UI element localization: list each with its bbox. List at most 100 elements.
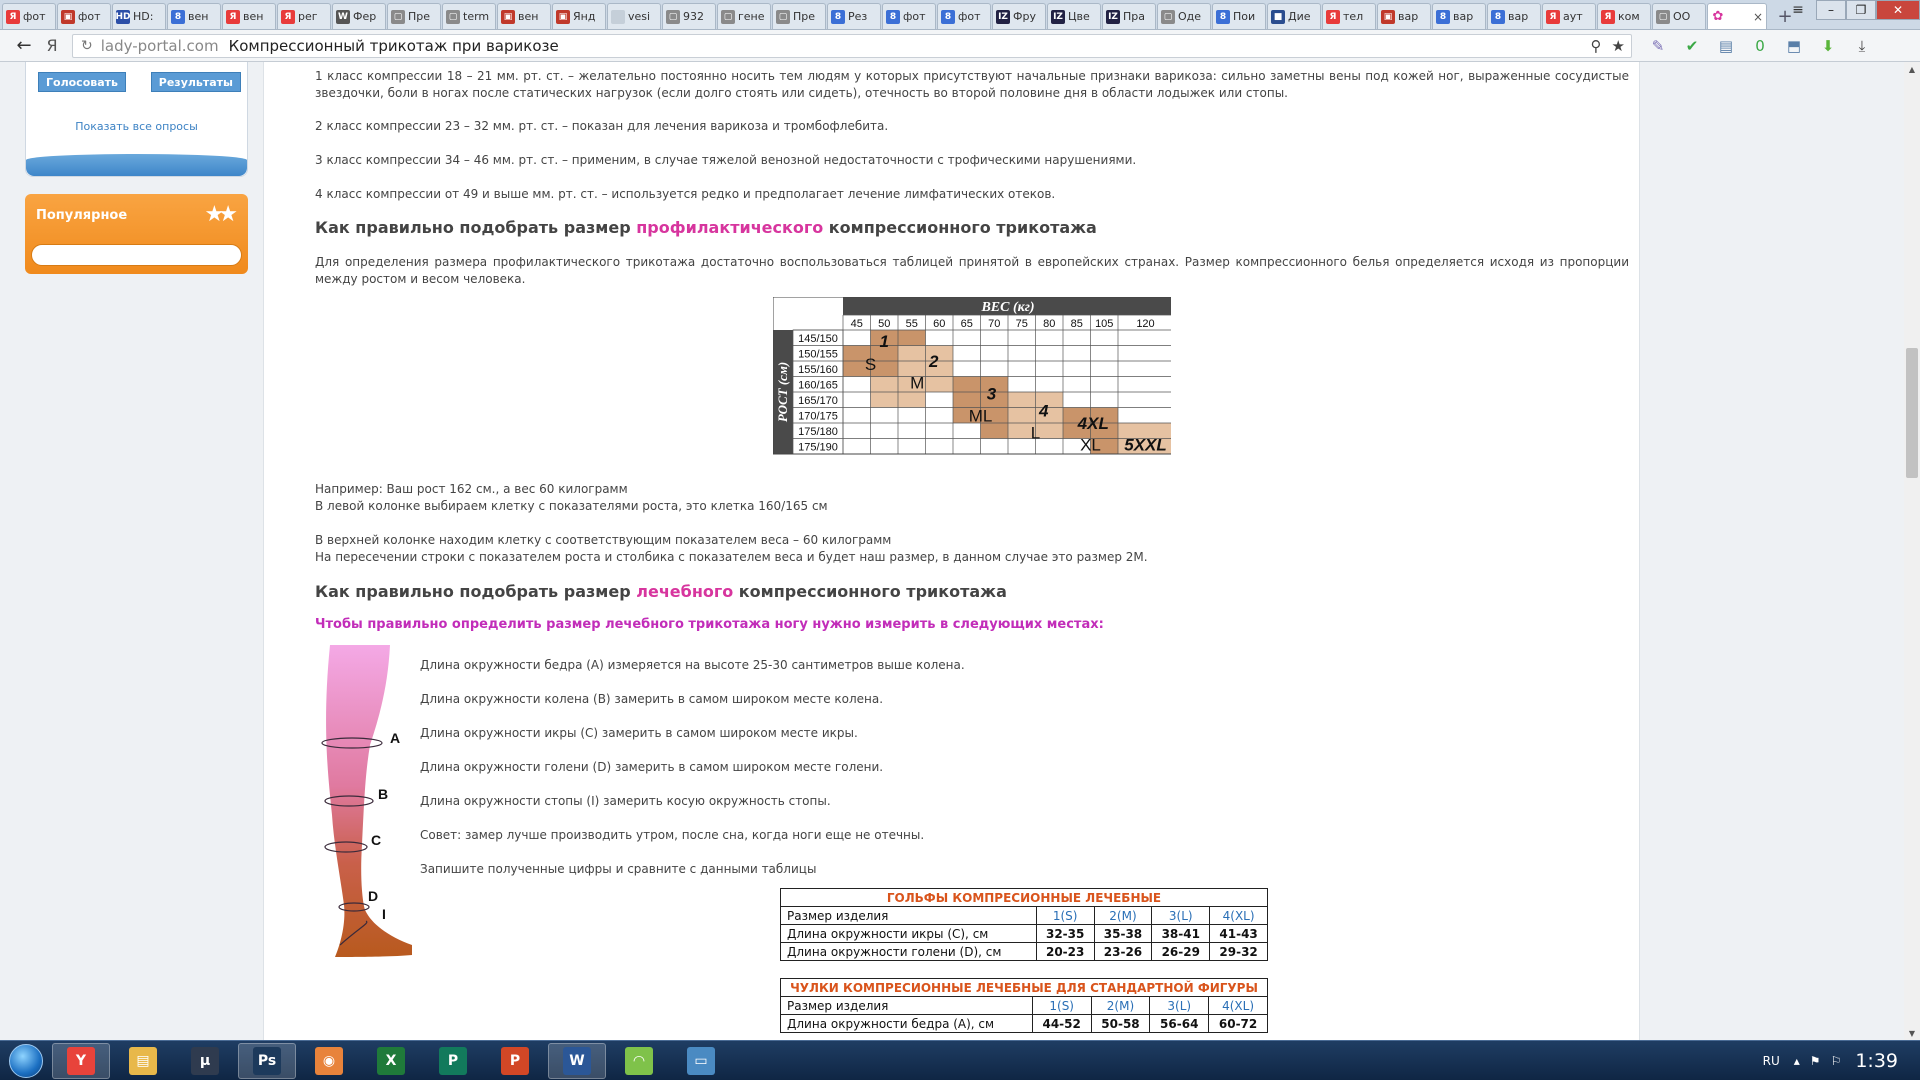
tab-27[interactable]: 8 вар xyxy=(1487,3,1541,29)
tab-5[interactable]: Ярег xyxy=(277,3,331,29)
tab-15[interactable]: 8 Рез xyxy=(827,3,881,29)
table-cell: 23-26 xyxy=(1093,942,1153,961)
tab-17[interactable]: 8 фот xyxy=(937,3,991,29)
taskbar-app-powerpoint[interactable]: P xyxy=(486,1043,544,1079)
close-window-button[interactable]: ✕ xyxy=(1876,0,1920,20)
results-button[interactable]: Результаты xyxy=(150,72,241,92)
bookmark-icon[interactable]: ★ xyxy=(1612,37,1625,55)
taskbar-app-excel[interactable]: X xyxy=(362,1043,420,1079)
extension-icon[interactable]: ✎ xyxy=(1646,35,1670,57)
extension-icon[interactable]: ⬇ xyxy=(1816,35,1840,57)
tab-14[interactable]: ▢ Пре xyxy=(772,3,826,29)
tab-8[interactable]: ▢ term xyxy=(442,3,496,29)
extension-icon[interactable]: ⤓ xyxy=(1850,35,1874,57)
back-button[interactable]: ← xyxy=(10,32,38,60)
extension-icon[interactable]: ✔ xyxy=(1680,35,1704,57)
popular-widget: Популярное ★★ xyxy=(25,194,248,274)
scroll-thumb[interactable] xyxy=(1906,348,1918,478)
minimize-button[interactable]: – xyxy=(1816,0,1846,20)
protect-icon[interactable]: ⚲ xyxy=(1591,37,1602,55)
tab-6[interactable]: W Фер xyxy=(332,3,386,29)
tab-22[interactable]: 8 Пои xyxy=(1212,3,1266,29)
tab-4[interactable]: Явен xyxy=(222,3,276,29)
maximize-button[interactable]: ❐ xyxy=(1846,0,1876,20)
tab-20[interactable]: IZ Пра xyxy=(1102,3,1156,29)
table-header-cell: 2(M) xyxy=(1090,996,1151,1015)
scroll-down-icon[interactable]: ▼ xyxy=(1904,1026,1920,1040)
tab-16[interactable]: 8 фот xyxy=(882,3,936,29)
weight-label: 50 xyxy=(878,318,890,330)
powerpoint-icon: P xyxy=(501,1046,529,1075)
yandex-icon[interactable]: Я xyxy=(38,32,66,60)
vote-button[interactable]: Голосовать xyxy=(38,72,126,92)
extension-icon[interactable]: ⬒ xyxy=(1782,35,1806,57)
tray-icon[interactable]: ▴ xyxy=(1794,1054,1800,1068)
tab-label: гене xyxy=(738,10,765,23)
start-button[interactable] xyxy=(0,1041,52,1081)
tab-28[interactable]: Яаут xyxy=(1542,3,1596,29)
example-line-1: Например: Ваш рост 162 см., а вес 60 кил… xyxy=(315,482,628,496)
close-tab-icon[interactable]: × xyxy=(1753,10,1763,24)
size-zone-cell xyxy=(980,423,1008,439)
leg-shape xyxy=(326,645,412,957)
taskbar-app-eye-app[interactable]: ◉ xyxy=(300,1043,358,1079)
clock[interactable]: 1:39 xyxy=(1855,1050,1898,1072)
tab-19[interactable]: IZ Цве xyxy=(1047,3,1101,29)
measure-item: Совет: замер лучше производить утром, по… xyxy=(420,828,925,842)
table-header-cell: Размер изделия xyxy=(780,906,1037,925)
tab-active[interactable]: ✿ × xyxy=(1707,3,1767,29)
tab-18[interactable]: IZ Фру xyxy=(992,3,1046,29)
wifi-app-icon: ◠ xyxy=(625,1046,653,1075)
tab-3[interactable]: 8 вен xyxy=(167,3,221,29)
language-indicator[interactable]: RU xyxy=(1763,1054,1780,1068)
extension-icon[interactable]: ▤ xyxy=(1714,35,1738,57)
tab-25[interactable]: ▣ вар xyxy=(1377,3,1431,29)
taskbar-app-bittorrent[interactable]: μ xyxy=(176,1043,234,1079)
tab-9[interactable]: ▣ вен xyxy=(497,3,551,29)
tab-label: вар xyxy=(1453,10,1474,23)
extension-icon[interactable]: 0 xyxy=(1748,35,1772,57)
leg-label-i: I xyxy=(382,906,386,922)
tab-0[interactable]: Яфот xyxy=(2,3,56,29)
url-field[interactable]: ↻ lady-portal.com Компрессионный трикота… xyxy=(72,33,1632,58)
all-polls-link[interactable]: Показать все опросы xyxy=(26,120,247,133)
prophylactic-text: Для определения размера профилактическог… xyxy=(315,255,1629,286)
tab-label: Дие xyxy=(1288,10,1311,23)
scroll-up-icon[interactable]: ▲ xyxy=(1904,62,1920,76)
leg-label-a: A xyxy=(390,730,400,746)
tab-7[interactable]: ▢ Пре xyxy=(387,3,441,29)
taskbar-app-word[interactable]: W xyxy=(548,1042,606,1079)
tab-favicon-icon: ▢ xyxy=(446,9,460,24)
url-domain: lady-portal.com xyxy=(100,36,219,55)
zone-number: 2 xyxy=(928,352,939,371)
tray-icon[interactable]: ⚐ xyxy=(1831,1054,1842,1068)
tray-icon[interactable]: ⚑ xyxy=(1810,1054,1821,1068)
taskbar-app-explorer[interactable]: ▤ xyxy=(114,1043,172,1079)
tab-10[interactable]: ▣ Янд xyxy=(552,3,606,29)
taskbar-app-yandex-browser[interactable]: Y xyxy=(52,1042,110,1079)
taskbar-app-screen-app[interactable]: ▭ xyxy=(672,1043,730,1079)
tab-label: vesi xyxy=(628,10,651,23)
tab-29[interactable]: Яком xyxy=(1597,3,1651,29)
zone-number: 5XXL xyxy=(1124,436,1167,455)
tab-favicon-icon: Я xyxy=(281,9,295,24)
tab-11[interactable]: vesi xyxy=(607,3,661,29)
tab-13[interactable]: ▢ гене xyxy=(717,3,771,29)
photoshop-icon: Ps xyxy=(253,1046,281,1075)
tab-12[interactable]: ▢ 932 xyxy=(662,3,716,29)
tab-26[interactable]: 8 вар xyxy=(1432,3,1486,29)
tab-21[interactable]: ▢ Оде xyxy=(1157,3,1211,29)
tab-24[interactable]: Ятел xyxy=(1322,3,1376,29)
tab-23[interactable]: ■ Дие xyxy=(1267,3,1321,29)
tab-2[interactable]: HD HD: xyxy=(112,3,166,29)
reload-icon[interactable]: ↻ xyxy=(81,38,93,54)
taskbar-app-wifi-app[interactable]: ◠ xyxy=(610,1043,668,1079)
taskbar-apps: Y ▤ μ Ps ◉ X P P W ◠ ▭ xyxy=(52,1042,734,1079)
taskbar-app-publisher[interactable]: P xyxy=(424,1043,482,1079)
menu-icon[interactable]: ≡ xyxy=(1784,0,1812,20)
tab-label: term xyxy=(463,10,490,23)
tab-30[interactable]: ▢ ОО xyxy=(1652,3,1706,29)
taskbar-app-photoshop[interactable]: Ps xyxy=(238,1042,296,1079)
vertical-scrollbar[interactable]: ▲ ▼ xyxy=(1904,62,1920,1040)
tab-1[interactable]: ▣ фот xyxy=(57,3,111,29)
